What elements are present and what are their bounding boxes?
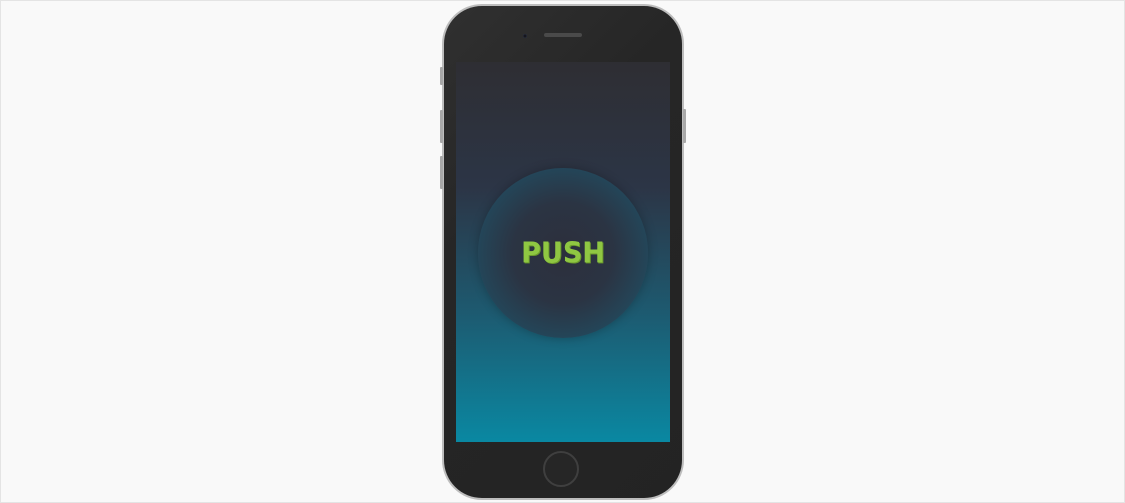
volume-down-button	[440, 156, 443, 189]
earpiece-speaker-icon	[544, 33, 582, 37]
home-button-icon[interactable]	[543, 451, 579, 487]
push-button[interactable]: PUSH	[478, 168, 648, 338]
phone-frame: PUSH	[442, 4, 684, 500]
mute-switch	[440, 67, 443, 85]
push-button-label: PUSH	[521, 236, 605, 270]
volume-up-button	[440, 110, 443, 143]
phone-screen: PUSH	[456, 62, 670, 442]
front-camera-icon	[523, 34, 527, 38]
phone-body: PUSH	[444, 6, 682, 498]
power-button	[683, 109, 686, 143]
